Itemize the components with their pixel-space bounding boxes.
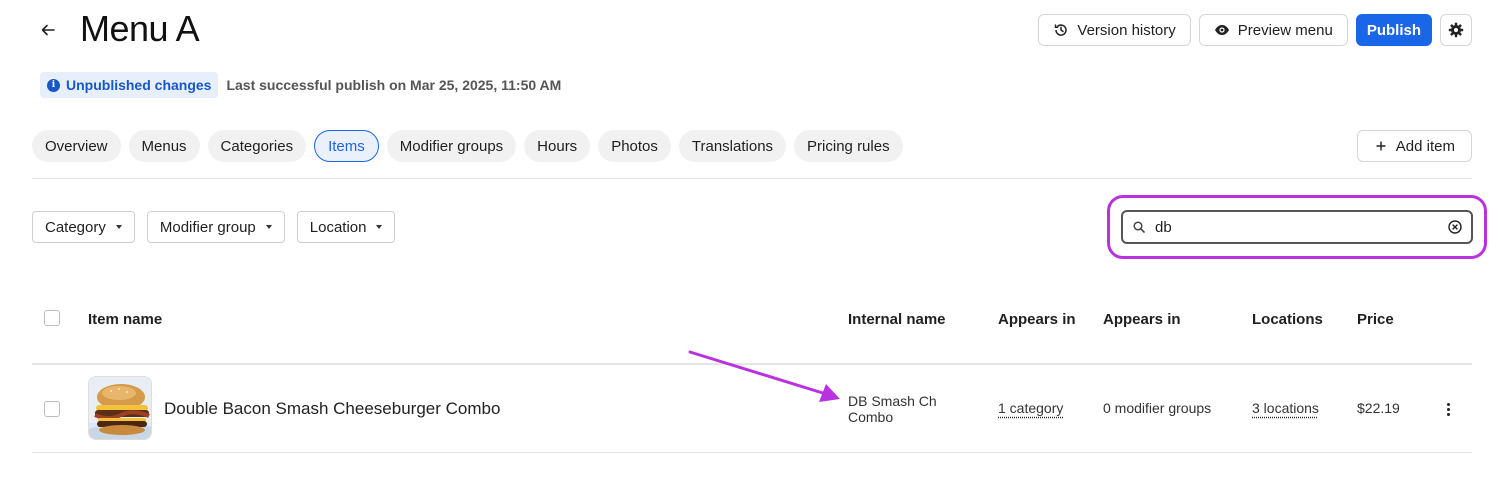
back-button[interactable] (36, 18, 60, 42)
header-actions: Version history Preview menu Publish (1038, 14, 1472, 46)
version-history-label: Version history (1077, 21, 1176, 39)
history-icon (1055, 24, 1068, 36)
select-all-checkbox[interactable] (44, 310, 60, 326)
clear-icon (1448, 220, 1462, 234)
locations-link[interactable]: 3 locations (1252, 400, 1319, 416)
version-history-button[interactable]: Version history (1038, 14, 1191, 46)
column-header-price[interactable]: Price (1357, 311, 1394, 328)
eye-icon (1214, 25, 1229, 35)
arrow-left-icon (41, 24, 55, 36)
publish-label: Publish (1366, 21, 1421, 39)
gear-icon (1448, 22, 1464, 38)
tab-menus[interactable]: Menus (128, 130, 200, 162)
item-thumbnail (88, 376, 152, 440)
annotation-arrow (688, 350, 840, 402)
row-checkbox[interactable] (44, 401, 60, 417)
tab-modifier-groups[interactable]: Modifier groups (386, 130, 517, 162)
column-header-appears-in-categories[interactable]: Appears in (998, 311, 1076, 328)
plus-icon (1376, 141, 1386, 151)
caret-down-icon (376, 225, 383, 229)
category-filter-label: Category (45, 218, 106, 236)
column-header-item-name[interactable]: Item name (88, 311, 162, 328)
tab-hours[interactable]: Hours (524, 130, 591, 162)
tab-items[interactable]: Items (314, 130, 379, 162)
status-badge-label: Unpublished changes (66, 77, 212, 93)
page-title: Menu A (80, 8, 200, 49)
preview-menu-label: Preview menu (1237, 21, 1333, 39)
status-badge: i Unpublished changes (40, 72, 219, 98)
search-input[interactable] (1155, 218, 1447, 236)
caret-down-icon (115, 225, 122, 229)
column-header-appears-in-modifier-groups[interactable]: Appears in (1103, 311, 1181, 328)
search-icon (1133, 221, 1145, 233)
info-icon: i (47, 78, 60, 92)
preview-menu-button[interactable]: Preview menu (1198, 14, 1348, 46)
burger-image (89, 377, 151, 439)
item-name[interactable]: Double Bacon Smash Cheeseburger Combo (164, 399, 500, 419)
publish-status: i Unpublished changes Last successful pu… (40, 72, 561, 98)
modifier-group-filter[interactable]: Modifier group (146, 211, 285, 243)
tab-translations[interactable]: Translations (678, 130, 787, 162)
add-item-label: Add item (1395, 137, 1455, 155)
clear-search-button[interactable] (1447, 219, 1463, 235)
location-filter-label: Location (309, 218, 367, 236)
tab-photos[interactable]: Photos (598, 130, 671, 162)
more-options-icon[interactable] (1439, 400, 1457, 418)
row-divider (32, 452, 1472, 453)
column-header-locations[interactable]: Locations (1252, 311, 1323, 328)
caret-down-icon (265, 225, 272, 229)
internal-name: DB Smash Ch Combo (848, 393, 937, 425)
price: $22.19 (1357, 400, 1400, 416)
search-box[interactable] (1121, 210, 1473, 244)
last-publish-text: Last successful publish on Mar 25, 2025,… (226, 77, 562, 93)
publish-button[interactable]: Publish (1355, 14, 1432, 46)
filter-bar: Category Modifier group Location (32, 211, 396, 243)
column-header-internal-name[interactable]: Internal name (848, 311, 946, 328)
tab-pricing-rules[interactable]: Pricing rules (794, 130, 903, 162)
modifier-groups-count: 0 modifier groups (1103, 400, 1212, 416)
categories-link[interactable]: 1 category (998, 400, 1063, 416)
settings-button[interactable] (1440, 14, 1472, 46)
tab-categories[interactable]: Categories (207, 130, 307, 162)
modifier-group-filter-label: Modifier group (159, 218, 256, 236)
section-divider (32, 178, 1472, 179)
tab-overview[interactable]: Overview (32, 130, 121, 162)
location-filter[interactable]: Location (296, 211, 396, 243)
tab-bar: Overview Menus Categories Items Modifier… (32, 130, 903, 162)
category-filter[interactable]: Category (32, 211, 135, 243)
add-item-button[interactable]: Add item (1356, 130, 1472, 162)
